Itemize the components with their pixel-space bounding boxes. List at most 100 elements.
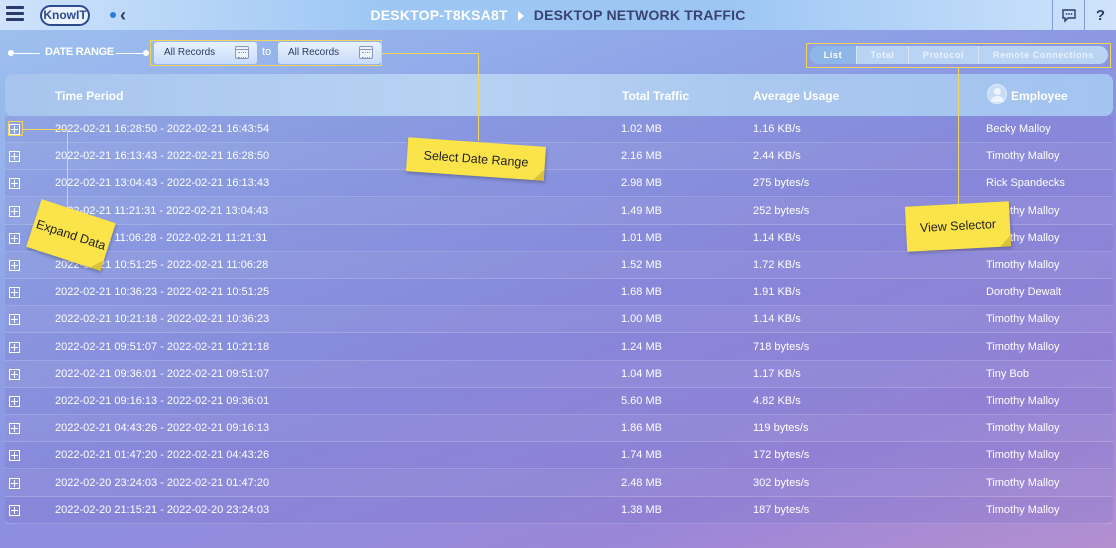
cell-time-period: 2022-02-21 04:43:26 - 2022-02-21 09:16:1… — [55, 422, 270, 435]
cell-total-traffic: 1.52 MB — [621, 259, 662, 271]
table-row[interactable]: 2022-02-20 21:15:21 - 2022-02-20 23:24:0… — [5, 497, 1113, 524]
expand-icon[interactable] — [9, 423, 20, 435]
page-title: DESKTOP NETWORK TRAFFIC — [533, 7, 746, 23]
table-row[interactable]: 2022-02-21 10:21:18 - 2022-02-21 10:36:2… — [5, 306, 1113, 334]
cell-time-period: 2022-02-21 16:13:43 - 2022-02-21 16:28:5… — [55, 150, 270, 163]
status-dot — [110, 12, 116, 18]
cell-time-period: 2022-02-21 10:36:23 - 2022-02-21 10:51:2… — [55, 286, 270, 299]
date-range-label: DATE RANGE — [45, 46, 114, 58]
note-view-selector: View Selector — [904, 201, 1012, 252]
help-button[interactable]: ? — [1084, 0, 1116, 30]
tab-remote-connections[interactable]: Remote Connections — [979, 46, 1108, 64]
table-row[interactable]: 2022-02-21 10:51:25 - 2022-02-21 11:06:2… — [5, 252, 1113, 279]
expand-icon[interactable] — [9, 205, 20, 217]
table-row[interactable]: 2022-02-21 09:16:13 - 2022-02-21 09:36:0… — [5, 388, 1113, 415]
cell-time-period: 2022-02-21 13:04:43 - 2022-02-21 16:13:4… — [55, 177, 270, 190]
chat-button[interactable] — [1052, 0, 1084, 30]
back-button[interactable]: ‹ — [110, 5, 134, 25]
cell-time-period: 2022-02-20 21:15:21 - 2022-02-20 23:24:0… — [55, 503, 270, 516]
cell-employee: Timothy Malloy — [986, 259, 1060, 271]
view-selector: List Total Protocol Remote Connections — [810, 46, 1108, 64]
expand-icon[interactable] — [9, 477, 20, 489]
cell-total-traffic: 5.60 MB — [621, 395, 662, 407]
date-to-picker[interactable]: All Records — [278, 42, 381, 64]
expand-icon[interactable] — [9, 368, 20, 380]
cell-average-usage: 119 bytes/s — [753, 422, 809, 435]
cell-total-traffic: 2.98 MB — [621, 177, 662, 190]
cell-time-period: 2022-02-21 10:21:18 - 2022-02-21 10:36:2… — [55, 313, 270, 326]
traffic-table: 2022-02-21 16:28:50 - 2022-02-21 16:43:5… — [5, 116, 1113, 524]
cell-average-usage: 1.91 KB/s — [753, 286, 801, 299]
expand-icon[interactable] — [9, 178, 20, 190]
cell-average-usage: 275 bytes/s — [753, 177, 810, 190]
cell-average-usage: 1.14 KB/s — [753, 313, 801, 326]
date-from-picker[interactable]: All Records — [154, 42, 257, 64]
cell-total-traffic: 2.48 MB — [621, 476, 662, 489]
cell-time-period: 2022-02-21 09:36:01 - 2022-02-21 09:51:0… — [55, 367, 270, 380]
expand-icon[interactable] — [9, 260, 20, 271]
table-row[interactable]: 2022-02-21 09:36:01 - 2022-02-21 09:51:0… — [5, 360, 1113, 388]
cell-time-period: 2022-02-20 23:24:03 - 2022-02-21 01:47:2… — [55, 476, 270, 489]
expand-icon[interactable] — [9, 450, 20, 462]
hamburger-icon[interactable] — [6, 6, 24, 22]
annotation-line — [382, 53, 479, 54]
expand-icon[interactable] — [9, 287, 20, 299]
cell-average-usage: 252 bytes/s — [753, 204, 810, 217]
header-employee[interactable]: Employee — [1011, 89, 1068, 103]
cell-employee: Timothy Malloy — [986, 503, 1060, 516]
breadcrumb-device[interactable]: DESKTOP-T8KSA8T — [370, 7, 507, 23]
cell-employee: Timothy Malloy — [986, 313, 1060, 326]
expand-icon[interactable] — [9, 232, 20, 244]
cell-total-traffic: 1.68 MB — [621, 286, 662, 299]
breadcrumb-arrow-icon — [517, 11, 524, 22]
top-bar: KnowIT ‹ DESKTOP-T8KSA8T DESKTOP NETWORK … — [0, 0, 1116, 30]
cell-employee: Timothy Malloy — [986, 449, 1060, 462]
cell-average-usage: 1.72 KB/s — [753, 259, 801, 271]
expand-icon[interactable] — [9, 341, 20, 353]
expand-icon[interactable] — [9, 396, 20, 407]
calendar-icon[interactable] — [235, 46, 249, 59]
cell-average-usage: 302 bytes/s — [753, 476, 810, 489]
tab-list[interactable]: List — [810, 46, 857, 64]
date-range-dot — [143, 50, 149, 56]
table-row[interactable]: 2022-02-21 10:36:23 - 2022-02-21 10:51:2… — [5, 279, 1113, 307]
cell-time-period: 2022-02-21 01:47:20 - 2022-02-21 04:43:2… — [55, 449, 270, 462]
cell-total-traffic: 1.38 MB — [621, 503, 662, 516]
table-row[interactable]: 2022-02-20 23:24:03 - 2022-02-21 01:47:2… — [5, 469, 1113, 497]
app-logo[interactable]: KnowIT — [40, 5, 90, 26]
cell-employee: Dorothy Dewalt — [986, 286, 1062, 299]
cell-time-period: 2022-02-21 09:16:13 - 2022-02-21 09:36:0… — [55, 395, 270, 407]
cell-total-traffic: 1.86 MB — [621, 422, 662, 435]
table-row[interactable]: 2022-02-21 16:28:50 - 2022-02-21 16:43:5… — [5, 116, 1113, 143]
header-time-period[interactable]: Time Period — [55, 89, 123, 103]
tab-protocol[interactable]: Protocol — [909, 46, 979, 64]
expand-icon[interactable] — [9, 314, 20, 326]
table-row[interactable]: 2022-02-21 04:43:26 - 2022-02-21 09:16:1… — [5, 415, 1113, 443]
cell-employee: Timothy Malloy — [986, 476, 1060, 489]
table-row[interactable]: 2022-02-21 16:13:43 - 2022-02-21 16:28:5… — [5, 143, 1113, 171]
table-row[interactable]: 2022-02-21 09:51:07 - 2022-02-21 10:21:1… — [5, 334, 1113, 361]
annotation-line — [478, 53, 479, 141]
cell-total-traffic: 1.04 MB — [621, 367, 662, 380]
header-total-traffic[interactable]: Total Traffic — [622, 89, 689, 103]
cell-employee: Timothy Malloy — [986, 340, 1060, 353]
date-to-label: to — [262, 46, 272, 58]
cell-average-usage: 187 bytes/s — [753, 503, 810, 516]
expand-icon[interactable] — [9, 151, 20, 163]
expand-icon[interactable] — [9, 504, 20, 516]
chevron-left-icon: ‹ — [120, 5, 126, 25]
cell-employee: Timothy Malloy — [986, 395, 1060, 407]
tab-total[interactable]: Total — [857, 46, 909, 64]
cell-average-usage: 718 bytes/s — [753, 340, 810, 353]
table-row[interactable]: 2022-02-21 13:04:43 - 2022-02-21 16:13:4… — [5, 170, 1113, 198]
cell-total-traffic: 1.74 MB — [621, 449, 662, 462]
cell-employee: Timothy Malloy — [986, 422, 1060, 435]
cell-total-traffic: 1.24 MB — [621, 340, 662, 353]
header-average-usage[interactable]: Average Usage — [753, 89, 839, 103]
table-row[interactable]: 2022-02-21 01:47:20 - 2022-02-21 04:43:2… — [5, 442, 1113, 470]
annotation-line — [22, 129, 68, 130]
calendar-icon[interactable] — [359, 46, 373, 59]
cell-average-usage: 2.44 KB/s — [753, 150, 801, 163]
cell-employee: Tiny Bob — [986, 367, 1030, 380]
expand-highlight — [8, 121, 23, 136]
